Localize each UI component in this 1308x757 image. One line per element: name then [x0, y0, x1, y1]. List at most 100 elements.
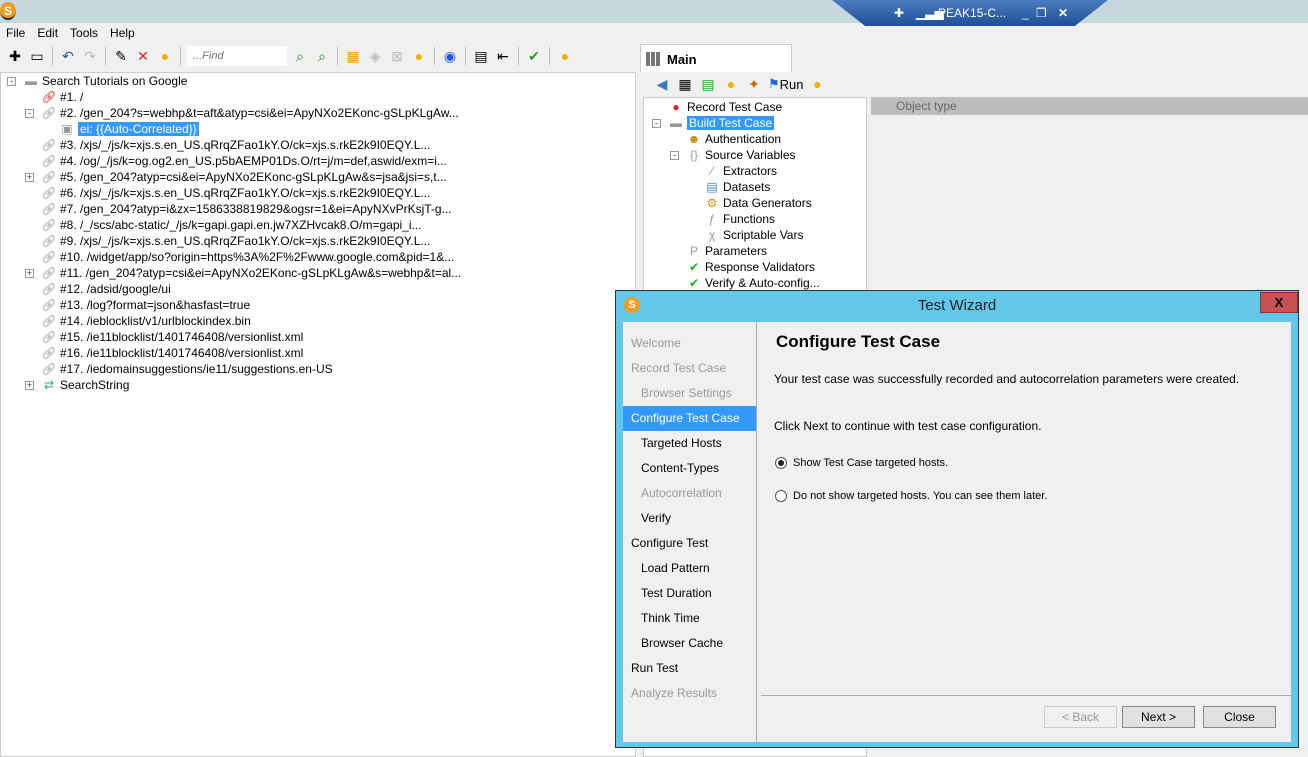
tree-item[interactable]: χ Scriptable Vars [704, 227, 804, 243]
tree-item[interactable]: 🔗︎ #6. /xjs/_/js/k=xjs.s.en_US.qRrqZFao1k… [41, 185, 430, 201]
redo-icon[interactable]: ↷ [81, 47, 99, 65]
minimize-icon[interactable]: _ [1022, 6, 1029, 20]
expander-plus-icon[interactable]: + [25, 173, 34, 182]
delete-icon[interactable]: ✕ [134, 47, 152, 65]
tree-item[interactable]: 🔗︎ #14. /ieblocklist/v1/urlblockindex.bin [41, 313, 250, 329]
tree-item[interactable]: ▣ ei: {{Auto-Correlated}} [59, 121, 199, 137]
details-icon[interactable]: ▤ [472, 47, 490, 65]
next-button[interactable]: Next > [1122, 706, 1195, 728]
view-icon[interactable]: ◉ [441, 47, 459, 65]
tree-item[interactable]: {} Source Variables [686, 147, 796, 163]
braces-icon: {} [689, 148, 698, 162]
tree-item[interactable]: 🔗︎ #12. /adsid/google/ui [41, 281, 170, 297]
back-arrow-icon[interactable]: ◀ [653, 75, 671, 93]
tree-item[interactable]: ⚙ Data Generators [704, 195, 812, 211]
tree-item[interactable]: ▬ Search Tutorials on Google [23, 73, 187, 89]
tab-main[interactable]: Main [640, 44, 792, 72]
tree-item[interactable]: ƒ Functions [704, 211, 775, 227]
hint-icon[interactable]: ● [556, 47, 574, 65]
add-icon[interactable]: ✚ [6, 47, 24, 65]
tree-item[interactable]: ● Record Test Case [668, 99, 782, 115]
hint-icon[interactable]: ● [809, 75, 827, 93]
expander-minus-icon[interactable]: - [7, 77, 16, 86]
expander-minus-icon[interactable]: - [652, 119, 661, 128]
find-next-icon[interactable]: ⌕ [313, 47, 331, 65]
remove-icon[interactable]: ▭ [28, 47, 46, 65]
tree-item[interactable]: ☻ Authentication [686, 131, 781, 147]
tree-item[interactable]: ▤ Datasets [704, 179, 770, 195]
tree-item[interactable]: 🔗︎ #9. /xjs/_/js/k=xjs.s.en_US.qRrqZFao1k… [41, 233, 430, 249]
tree-item[interactable]: 🔗︎ #16. /ie11blocklist/1401746408/version… [41, 345, 303, 361]
tree-item[interactable]: 🔗︎ #5. /gen_204?atyp=csi&ei=ApyNXo2EKonc-… [41, 169, 446, 185]
run-button[interactable]: ⚑ Run [768, 76, 804, 92]
tree-item[interactable]: 🔗︎ #4. /og/_/js/k=og.og2.en_US.p5bAEMP01D… [41, 153, 447, 169]
wizard-step[interactable]: Verify [623, 506, 756, 531]
tree-item[interactable]: ⇄ SearchString [41, 377, 129, 393]
pin-icon[interactable]: ✚ [894, 6, 904, 20]
hint-icon[interactable]: ● [156, 47, 174, 65]
hint-icon[interactable]: ● [722, 75, 740, 93]
function-icon: ƒ [708, 212, 716, 226]
wizard-step[interactable]: Run Test [623, 656, 756, 681]
edit-icon[interactable]: ✎ [112, 47, 130, 65]
tree-item[interactable]: 🔗︎ #2. /gen_204?s=webhp&t=aft&atyp=csi&ei… [41, 105, 458, 121]
wizard-step[interactable]: Browser Cache [623, 631, 756, 656]
collapse-icon[interactable]: ⇤ [494, 47, 512, 65]
undo-icon[interactable]: ↶ [59, 47, 77, 65]
list-icon[interactable]: ▤ [699, 75, 717, 93]
close-icon[interactable]: ✕ [1058, 6, 1068, 20]
menu-edit[interactable]: Edit [31, 24, 64, 42]
menu-file[interactable]: File [0, 24, 31, 42]
extractor-icon: ⁄ [710, 164, 713, 178]
expander-plus-icon[interactable]: + [25, 381, 34, 390]
tree-item-label: #11. /gen_204?atyp=csi&ei=ApyNXo2EKonc-g… [60, 266, 462, 280]
verify-icon[interactable]: ✔ [525, 47, 543, 65]
wizard-step[interactable]: Think Time [623, 606, 756, 631]
tree-item[interactable]: 🔗︎ #13. /log?format=json&hasfast=true [41, 297, 250, 313]
table-icon[interactable]: ▦ [676, 75, 694, 93]
tree-item-label: #9. /xjs/_/js/k=xjs.s.en_US.qRrqZFao1kY.… [60, 234, 431, 248]
menu-tools[interactable]: Tools [64, 24, 104, 42]
tree-item[interactable]: ▬ Build Test Case [668, 115, 775, 131]
menu-help[interactable]: Help [104, 24, 141, 42]
radio-checked[interactable] [775, 457, 787, 469]
tree-item[interactable]: ✔ Verify & Auto-config... [686, 275, 820, 291]
tree-item[interactable]: 🔗︎ #11. /gen_204?atyp=csi&ei=ApyNXo2EKonc… [41, 265, 461, 281]
expander-plus-icon[interactable]: + [25, 269, 34, 278]
tree-item[interactable]: ✔ Response Validators [686, 259, 815, 275]
dialog-close-button[interactable]: X [1260, 292, 1298, 313]
wizard-step[interactable]: Test Duration [623, 581, 756, 606]
wizard-wand-icon[interactable]: ✦ [745, 75, 763, 93]
test-case-tree[interactable]: ▬ Search Tutorials on Google - 🔗︎ #1. / 🔗︎ #2.… [0, 72, 636, 757]
restore-icon[interactable]: ❐ [1036, 6, 1047, 20]
option-hide-hosts[interactable]: Do not show targeted hosts. You can see … [775, 490, 1047, 502]
find-prev-icon[interactable]: ⌕ [291, 47, 309, 65]
wizard-step[interactable]: Targeted Hosts [623, 431, 756, 456]
tree-item[interactable]: 🔗︎ #7. /gen_204?atyp=i&zx=1586338819829&o… [41, 201, 451, 217]
expander-minus-icon[interactable]: - [25, 109, 34, 118]
dataset-icon: ▤ [706, 180, 718, 194]
tree-item[interactable]: 🔗︎ #1. / [41, 89, 83, 105]
tree-item[interactable]: 🔗︎ #3. /xjs/_/js/k=xjs.s.en_US.qRrqZFao1k… [41, 137, 430, 153]
wizard-step[interactable]: Configure Test [623, 531, 756, 556]
wizard-step[interactable]: Load Pattern [623, 556, 756, 581]
tree-item[interactable]: 🔗︎ #15. /ie11blocklist/1401746408/version… [41, 329, 303, 345]
link-icon: 🔗︎ [41, 330, 57, 344]
wizard-step[interactable]: Configure Test Case [623, 406, 756, 431]
wizard-step[interactable]: Content-Types [623, 456, 756, 481]
close-button[interactable]: Close [1203, 706, 1276, 728]
radio-unchecked[interactable] [775, 490, 787, 502]
tree-item[interactable]: 🔗︎ #10. /widget/app/so?origin=https%3A%2F… [41, 249, 454, 265]
tree-item[interactable]: 🔗︎ #17. /iedomainsuggestions/ie11/suggest… [41, 361, 332, 377]
tree-item[interactable]: ⁄ Extractors [704, 163, 777, 179]
disabled-icon[interactable]: ⊠ [388, 47, 406, 65]
hosts-icon[interactable]: ▦ [344, 47, 362, 65]
expander-minus-icon[interactable]: - [670, 151, 679, 160]
back-button[interactable]: < Back [1044, 706, 1117, 728]
option-show-hosts[interactable]: Show Test Case targeted hosts. [775, 457, 948, 469]
correlate-icon[interactable]: ◈ [366, 47, 384, 65]
tree-item[interactable]: P Parameters [686, 243, 767, 259]
hint-icon[interactable]: ● [410, 47, 428, 65]
find-input[interactable] [187, 46, 287, 66]
tree-item[interactable]: 🔗︎ #8. /_/scs/abc-static/_/js/k=gapi.gapi… [41, 217, 421, 233]
